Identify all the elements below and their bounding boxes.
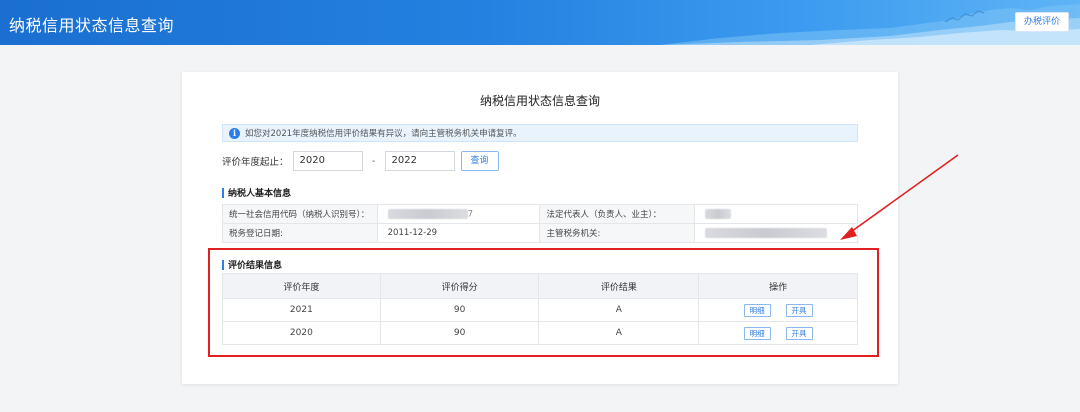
table-row: 2020 90 A 明细 开具 xyxy=(222,321,858,345)
table-row: 2021 90 A 明细 开具 xyxy=(222,298,858,322)
grade-cell: A xyxy=(538,298,700,322)
column-header: 评价得分 xyxy=(379,273,540,299)
section-marker xyxy=(222,187,224,198)
legal-rep-label: 法定代表人（负责人、业主）： xyxy=(539,204,696,224)
table-header-row: 评价年度 评价得分 评价结果 操作 xyxy=(222,273,858,299)
year-range-label: 评价年度起止： xyxy=(222,157,289,168)
credit-code-label: 统一社会信用代码（纳税人识别号）： xyxy=(222,204,378,224)
table-row: 税务登记日期: 2011-12-29 主管税务机关: xyxy=(222,223,858,243)
result-section-title: 评价结果信息 xyxy=(222,258,282,271)
header-title: 纳税信用状态信息查询 xyxy=(9,16,175,35)
score-cell: 90 xyxy=(379,321,540,345)
table-row: 统一社会信用代码（纳税人识别号）： 7 法定代表人（负责人、业主）： xyxy=(222,204,858,224)
section-marker xyxy=(222,259,224,270)
issue-button[interactable]: 开具 xyxy=(785,326,813,340)
main-card: 纳税信用状态信息查询 i 如您对2021年度纳税信用评价结果有异议，请向主管税务… xyxy=(182,72,898,384)
range-separator: - xyxy=(371,155,376,167)
year-cell: 2020 xyxy=(222,321,381,345)
registration-date-label: 税务登记日期: xyxy=(222,223,378,243)
detail-button[interactable]: 明细 xyxy=(743,303,771,317)
notice-banner: i 如您对2021年度纳税信用评价结果有异议，请向主管税务机关申请复评。 xyxy=(222,124,858,142)
basic-info-table: 统一社会信用代码（纳税人识别号）： 7 法定代表人（负责人、业主）： 税务登记日… xyxy=(222,204,858,243)
info-icon: i xyxy=(229,127,240,139)
credit-code-value: 7 xyxy=(376,204,541,224)
action-cell: 明细 开具 xyxy=(698,298,858,322)
end-year-input[interactable]: 2022 xyxy=(384,151,455,171)
score-cell: 90 xyxy=(379,298,540,322)
redacted-value xyxy=(705,227,828,238)
query-button[interactable]: 查询 xyxy=(460,151,499,171)
top-header: 纳税信用状态信息查询 办税评价 xyxy=(0,0,1080,45)
issue-button[interactable]: 开具 xyxy=(785,303,813,317)
column-header: 操作 xyxy=(698,273,858,299)
grade-cell: A xyxy=(538,321,700,345)
start-year-input[interactable]: 2020 xyxy=(292,151,363,171)
evaluation-result-table: 评价年度 评价得分 评价结果 操作 2021 90 A 明细 开具 2020 9… xyxy=(222,273,858,345)
basic-info-section-title: 纳税人基本信息 xyxy=(222,186,291,199)
column-header: 评价结果 xyxy=(538,273,700,299)
red-arrow-icon xyxy=(840,154,959,240)
redacted-value xyxy=(387,208,468,219)
tax-evaluation-button[interactable]: 办税评价 xyxy=(1015,12,1069,32)
year-cell: 2021 xyxy=(222,298,381,322)
notice-text: 如您对2021年度纳税信用评价结果有异议，请向主管税务机关申请复评。 xyxy=(245,129,522,139)
action-cell: 明细 开具 xyxy=(698,321,858,345)
tax-authority-label: 主管税务机关: xyxy=(539,223,696,243)
column-header: 评价年度 xyxy=(222,273,381,299)
registration-date-value: 2011-12-29 xyxy=(376,223,541,243)
detail-button[interactable]: 明细 xyxy=(743,326,771,340)
year-range-filter: 评价年度起止： 2020 - 2022 查询 xyxy=(222,151,499,171)
page-title: 纳税信用状态信息查询 xyxy=(479,94,600,108)
redacted-value xyxy=(705,208,732,219)
